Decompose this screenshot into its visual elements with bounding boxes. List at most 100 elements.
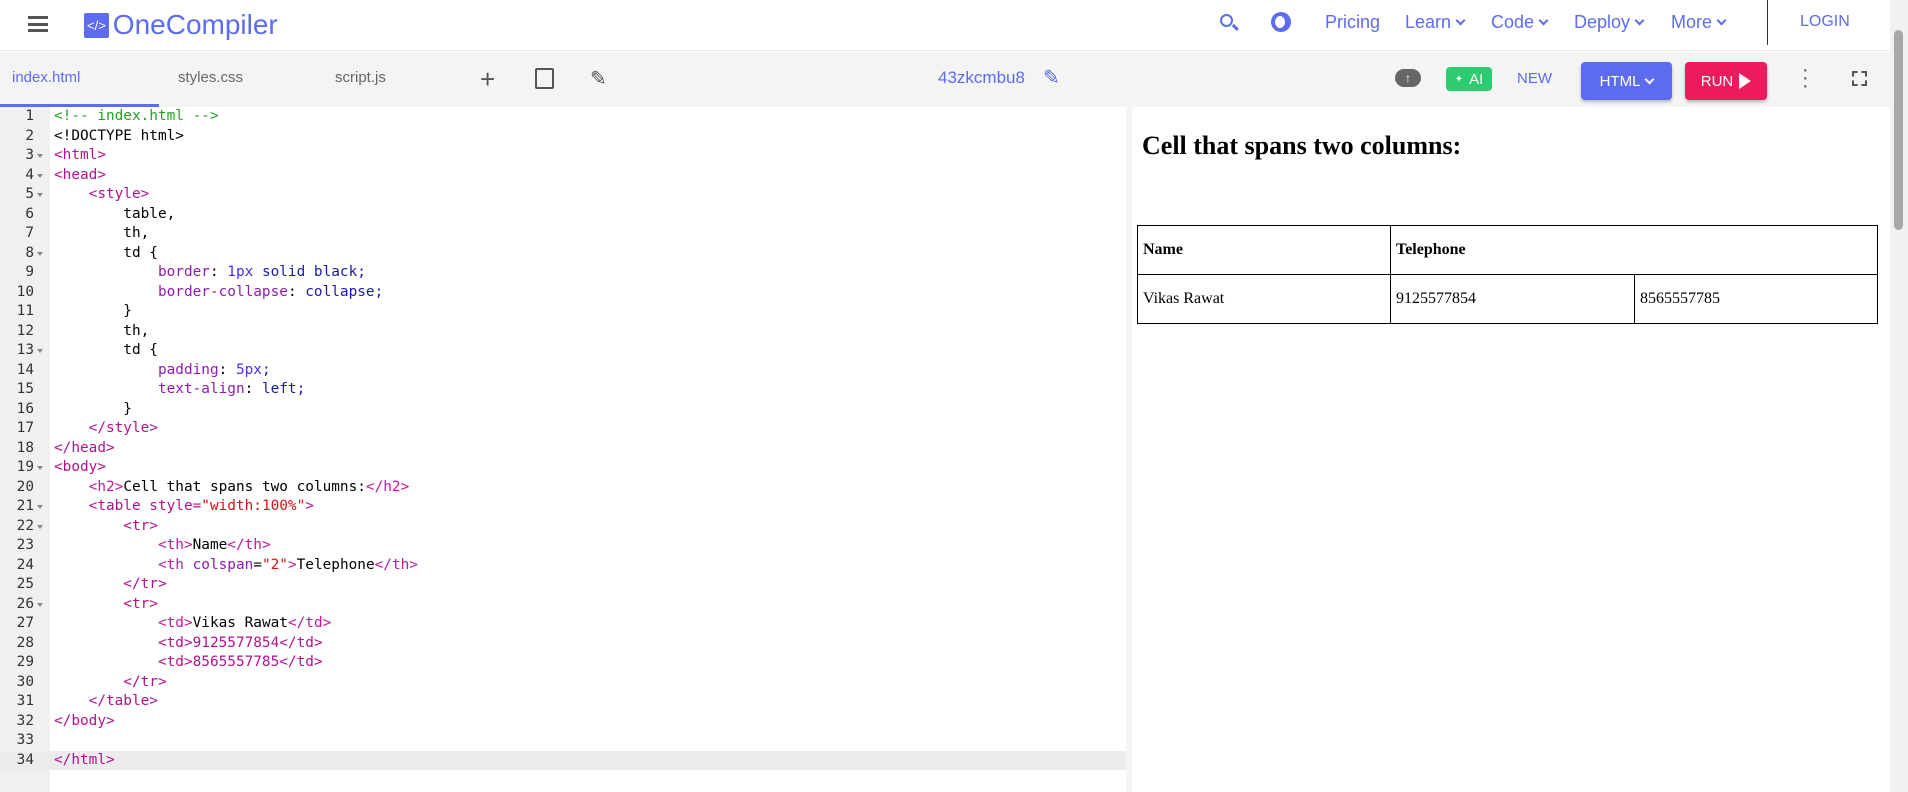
run-label: RUN xyxy=(1700,72,1734,90)
code-line[interactable]: 5 <style> xyxy=(0,185,1126,205)
code-line[interactable]: 22 <tr> xyxy=(0,517,1126,537)
code-line[interactable]: 18 </head> xyxy=(0,439,1126,459)
code-editor[interactable]: 1 <!-- index.html --> 2 <!DOCTYPE html> 3 <ht… xyxy=(0,107,1126,792)
nav-label: Code xyxy=(1491,12,1535,32)
code-line[interactable]: 33 xyxy=(0,731,1126,751)
chevron-down-icon xyxy=(1538,15,1549,26)
edit-name-pencil-icon[interactable]: ✎ xyxy=(1043,65,1060,90)
code-line[interactable]: 7 th, xyxy=(0,224,1126,244)
language-select[interactable]: HTML xyxy=(1581,62,1672,100)
code-line[interactable]: 27 <td>Vikas Rawat</td> xyxy=(0,614,1126,634)
code-line[interactable]: 25 </tr> xyxy=(0,575,1126,595)
line-number: 24 xyxy=(16,556,34,573)
code-line[interactable]: 4 <head> xyxy=(0,166,1126,186)
magic-wand-icon[interactable]: ✎ xyxy=(590,66,607,91)
table-header-cell: Name xyxy=(1137,225,1391,275)
code-line[interactable]: 23 <th>Name</th> xyxy=(0,536,1126,556)
code-line[interactable]: 19 <body> xyxy=(0,458,1126,478)
fold-arrow-icon[interactable] xyxy=(37,173,43,178)
code-line[interactable]: 34 </html> xyxy=(0,750,1126,770)
fold-arrow-icon[interactable] xyxy=(37,251,43,256)
add-file-icon[interactable]: + xyxy=(480,64,495,95)
code-line[interactable]: 9 border: 1px solid black; xyxy=(0,263,1126,283)
code-text: border: 1px solid black; xyxy=(157,264,366,280)
code-text: td { xyxy=(54,244,158,261)
code-line[interactable]: 32 </body> xyxy=(0,712,1126,732)
line-number: 4 xyxy=(25,166,34,183)
code-line[interactable]: 11 } xyxy=(0,302,1126,322)
project-name[interactable]: 43zkcmbu8 xyxy=(938,68,1025,88)
code-line[interactable]: 1 <!-- index.html --> xyxy=(0,107,1126,127)
code-text: </tr> xyxy=(54,576,167,592)
code-line[interactable]: 6 table, xyxy=(0,205,1126,225)
new-button[interactable]: NEW xyxy=(1517,70,1552,87)
code-text: } xyxy=(54,400,132,417)
cloud-upload-icon[interactable]: ↑ xyxy=(1395,69,1421,87)
code-line[interactable]: 12 th, xyxy=(0,322,1126,342)
nav-pricing[interactable]: Pricing xyxy=(1325,12,1380,33)
hamburger-menu-icon[interactable] xyxy=(28,16,48,32)
code-text: <td>9125577854</td> xyxy=(54,634,323,651)
line-number: 7 xyxy=(25,225,34,241)
fold-arrow-icon[interactable] xyxy=(37,505,43,509)
login-button[interactable]: LOGIN xyxy=(1800,13,1850,31)
editor-toolbar: index.html styles.css script.js + ✎ 43zk… xyxy=(0,52,1890,107)
code-text: text-align: left; xyxy=(157,381,306,397)
fold-arrow-icon[interactable] xyxy=(37,193,43,197)
code-line[interactable]: 16 } xyxy=(0,400,1126,420)
fold-arrow-icon[interactable] xyxy=(37,602,43,607)
run-button[interactable]: RUN xyxy=(1685,62,1767,100)
code-line[interactable]: 3 <html> xyxy=(0,146,1126,166)
more-options-icon[interactable]: · · · xyxy=(1802,60,1809,96)
add-image-icon[interactable] xyxy=(535,68,554,89)
fold-arrow-icon[interactable] xyxy=(37,524,43,529)
ai-button[interactable]: ✦ AI xyxy=(1446,67,1492,91)
code-line[interactable]: 20 <h2>Cell that spans two columns:</h2> xyxy=(0,478,1126,498)
code-text: <table style="width:100%"> xyxy=(54,498,314,514)
nav-more[interactable]: More xyxy=(1671,12,1727,33)
fold-arrow-icon[interactable] xyxy=(37,349,43,353)
tab-styles-css[interactable]: styles.css xyxy=(178,69,243,86)
code-line[interactable]: 24 <th colspan="2">Telephone</th> xyxy=(0,556,1126,576)
table-row: Vikas Rawat 9125577854 8565557785 xyxy=(1137,274,1878,324)
line-number: 14 xyxy=(16,361,34,378)
code-line[interactable]: 13 td { xyxy=(0,341,1126,361)
fold-arrow-icon[interactable] xyxy=(37,154,43,158)
search-icon[interactable] xyxy=(1220,14,1239,31)
code-text: th, xyxy=(54,225,150,241)
code-line[interactable]: 2 <!DOCTYPE html> xyxy=(0,127,1126,147)
page-scrollbar[interactable] xyxy=(1890,0,1908,792)
line-number: 3 xyxy=(25,147,34,163)
fullscreen-icon[interactable] xyxy=(1852,71,1867,86)
tab-index-html[interactable]: index.html xyxy=(12,69,80,86)
code-line[interactable]: 21 <table style="width:100%"> xyxy=(0,497,1126,517)
code-line[interactable]: 29 <td>8565557785</td> xyxy=(0,653,1126,673)
line-number: 26 xyxy=(16,595,34,612)
line-number: 19 xyxy=(16,459,34,475)
code-text: td { xyxy=(54,342,158,358)
chevron-down-icon xyxy=(1644,74,1655,84)
nav-code[interactable]: Code xyxy=(1491,12,1549,33)
tab-script-js[interactable]: script.js xyxy=(335,69,386,86)
theme-toggle-icon[interactable] xyxy=(1271,12,1291,32)
code-line[interactable]: 8 td { xyxy=(0,244,1126,264)
code-line[interactable]: 30 </tr> xyxy=(0,673,1126,693)
fold-arrow-icon[interactable] xyxy=(37,466,43,470)
code-line[interactable]: 14 padding: 5px; xyxy=(0,361,1126,381)
scrollbar-thumb[interactable] xyxy=(1894,30,1903,230)
line-number: 21 xyxy=(16,498,34,514)
nav-deploy[interactable]: Deploy xyxy=(1574,12,1645,33)
code-line[interactable]: 17 </style> xyxy=(0,419,1126,439)
code-line[interactable]: 10 border-collapse: collapse; xyxy=(0,283,1126,303)
code-line[interactable]: 26 <tr> xyxy=(0,595,1126,615)
logo[interactable]: </> OneCompiler xyxy=(84,9,278,41)
table-header-cell: Telephone xyxy=(1390,225,1878,275)
code-text: } xyxy=(54,303,132,319)
sparkle-icon: ✦ xyxy=(1454,73,1464,85)
code-line[interactable]: 15 text-align: left; xyxy=(0,380,1126,400)
line-number: 10 xyxy=(16,283,34,300)
nav-learn[interactable]: Learn xyxy=(1405,12,1466,33)
code-line[interactable]: 31 </table> xyxy=(0,692,1126,712)
code-line[interactable]: 28 <td>9125577854</td> xyxy=(0,634,1126,654)
code-text: <style> xyxy=(54,186,150,202)
